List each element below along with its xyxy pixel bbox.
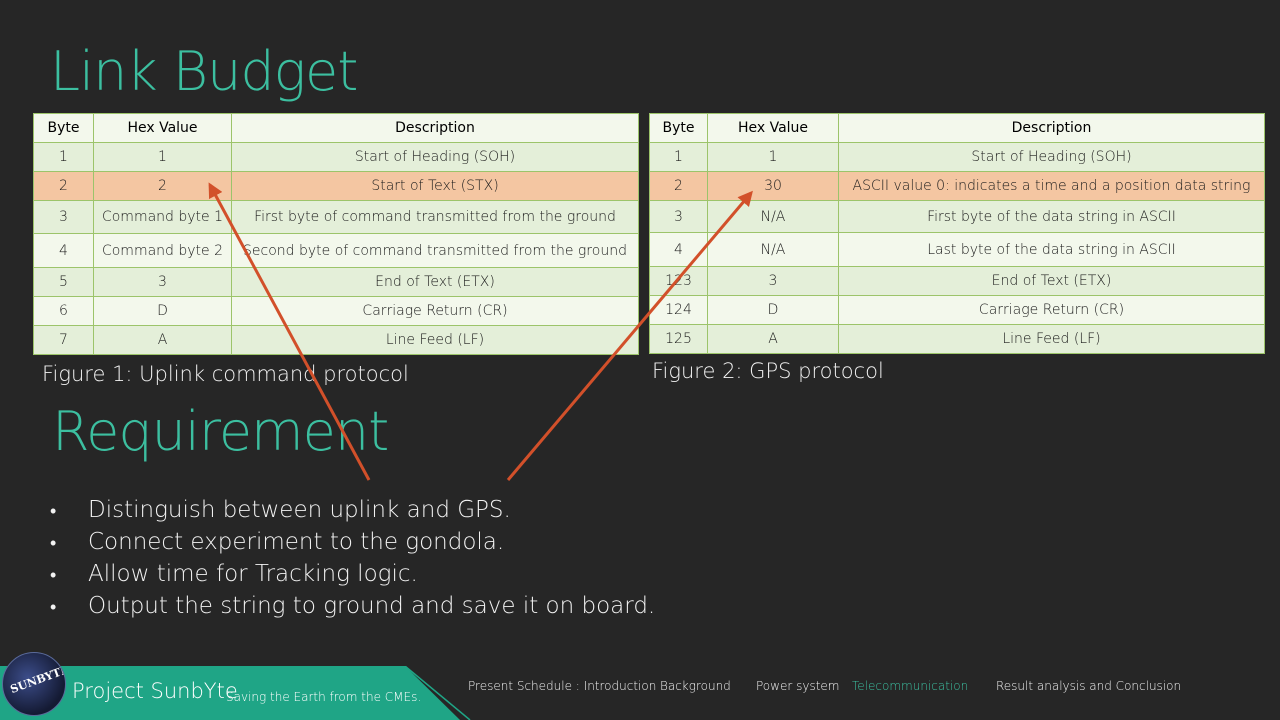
table-cell: Start of Heading (SOH): [838, 142, 1265, 172]
project-name: Project SunbYte: [72, 679, 238, 703]
nav-introduction[interactable]: Present Schedule : Introduction: [468, 679, 656, 693]
table-cell: 125: [649, 324, 708, 354]
table-cell: 2: [33, 171, 94, 201]
table-cell: D: [707, 295, 839, 325]
table-cell: 3: [93, 267, 232, 297]
table-row: 4 N/A Last byte of the data string in AS…: [649, 232, 1265, 267]
nav-telecommunication[interactable]: Telecommunication: [852, 679, 968, 693]
requirement-title: Requirement: [52, 400, 389, 463]
table-cell: End of Text (ETX): [838, 266, 1265, 296]
table-cell: ASCII value 0: indicates a time and a po…: [838, 171, 1265, 201]
table-row: 125 A Line Feed (LF): [649, 324, 1265, 354]
list-item: • Output the string to ground and save it…: [50, 590, 655, 622]
table-cell: N/A: [707, 232, 839, 267]
table-cell: 30: [707, 171, 839, 201]
table-cell: 3: [707, 266, 839, 296]
table-row: 3 N/A First byte of the data string in A…: [649, 200, 1265, 233]
bullet-icon: •: [50, 533, 57, 554]
table-cell: Last byte of the data string in ASCII: [838, 232, 1265, 267]
table-row: 1 1 Start of Heading (SOH): [33, 142, 639, 172]
list-item-text: Distinguish between uplink and GPS.: [88, 497, 511, 523]
table-header: Description: [838, 113, 1265, 143]
sunbyte-logo: SUNBYTE: [2, 652, 66, 716]
table-row: 5 3 End of Text (ETX): [33, 267, 639, 297]
table-cell: Carriage Return (CR): [838, 295, 1265, 325]
table-cell: 4: [649, 232, 708, 267]
table-cell: 3: [649, 200, 708, 233]
table-cell: 1: [649, 142, 708, 172]
table-cell: Command byte 2: [93, 233, 232, 268]
table-cell: N/A: [707, 200, 839, 233]
table-cell: 7: [33, 325, 94, 355]
table-cell: 1: [707, 142, 839, 172]
table-cell: Start of Heading (SOH): [231, 142, 639, 172]
list-item-text: Allow time for Tracking logic.: [88, 561, 418, 587]
table-row: 6 D Carriage Return (CR): [33, 296, 639, 326]
table-cell: Carriage Return (CR): [231, 296, 639, 326]
nav-background[interactable]: Background: [660, 679, 731, 693]
list-item-text: Connect experiment to the gondola.: [88, 529, 505, 555]
table-cell: 124: [649, 295, 708, 325]
table-row: 4 Command byte 2 Second byte of command …: [33, 233, 639, 268]
table-cell: A: [707, 324, 839, 354]
table-header: Description: [231, 113, 639, 143]
bullet-icon: •: [50, 597, 57, 618]
list-item-text: Output the string to ground and save it …: [88, 593, 656, 619]
uplink-protocol-table: Byte Hex Value Description 1 1 Start of …: [33, 113, 639, 355]
table-cell: First byte of the data string in ASCII: [838, 200, 1265, 233]
table-header: Hex Value: [707, 113, 839, 143]
table-cell: 2: [93, 171, 232, 201]
table-cell: 4: [33, 233, 94, 268]
table-cell: D: [93, 296, 232, 326]
table-row: 7 A Line Feed (LF): [33, 325, 639, 355]
figure-1-caption: Figure 1: Uplink command protocol: [42, 362, 409, 386]
logo-text: SUNBYTE: [8, 662, 66, 697]
table-cell: Second byte of command transmitted from …: [231, 233, 639, 268]
table-cell: First byte of command transmitted from t…: [231, 200, 639, 234]
nav-power-system[interactable]: Power system: [756, 679, 839, 693]
gps-protocol-table: Byte Hex Value Description 1 1 Start of …: [649, 113, 1265, 354]
table-cell: Command byte 1: [93, 200, 232, 234]
table-cell: 6: [33, 296, 94, 326]
table-header: Byte: [649, 113, 708, 143]
table-row: 124 D Carriage Return (CR): [649, 295, 1265, 325]
list-item: • Connect experiment to the gondola.: [50, 526, 655, 558]
nav-result-analysis[interactable]: Result analysis and Conclusion: [996, 679, 1181, 693]
table-cell: A: [93, 325, 232, 355]
table-row: 1 1 Start of Heading (SOH): [649, 142, 1265, 172]
table-cell: 5: [33, 267, 94, 297]
table-cell: 3: [33, 200, 94, 234]
table-row-highlighted: 2 2 Start of Text (STX): [33, 171, 639, 201]
table-cell: 2: [649, 171, 708, 201]
table-row: 3 Command byte 1 First byte of command t…: [33, 200, 639, 234]
table-row: 123 3 End of Text (ETX): [649, 266, 1265, 296]
slide-title: Link Budget: [50, 40, 358, 103]
bullet-icon: •: [50, 501, 57, 522]
table-cell: Start of Text (STX): [231, 171, 639, 201]
table-cell: 1: [93, 142, 232, 172]
list-item: • Distinguish between uplink and GPS.: [50, 494, 655, 526]
list-item: • Allow time for Tracking logic.: [50, 558, 655, 590]
bullet-icon: •: [50, 565, 57, 586]
table-header: Byte: [33, 113, 94, 143]
table-cell: End of Text (ETX): [231, 267, 639, 297]
requirement-list: • Distinguish between uplink and GPS. • Co…: [50, 494, 655, 622]
figure-2-caption: Figure 2: GPS protocol: [652, 359, 884, 383]
project-tagline: Saving the Earth from the CMEs.: [226, 690, 422, 704]
table-cell: Line Feed (LF): [838, 324, 1265, 354]
table-cell: Line Feed (LF): [231, 325, 639, 355]
table-cell: 1: [33, 142, 94, 172]
table-row-highlighted: 2 30 ASCII value 0: indicates a time and…: [649, 171, 1265, 201]
table-header: Hex Value: [93, 113, 232, 143]
table-cell: 123: [649, 266, 708, 296]
